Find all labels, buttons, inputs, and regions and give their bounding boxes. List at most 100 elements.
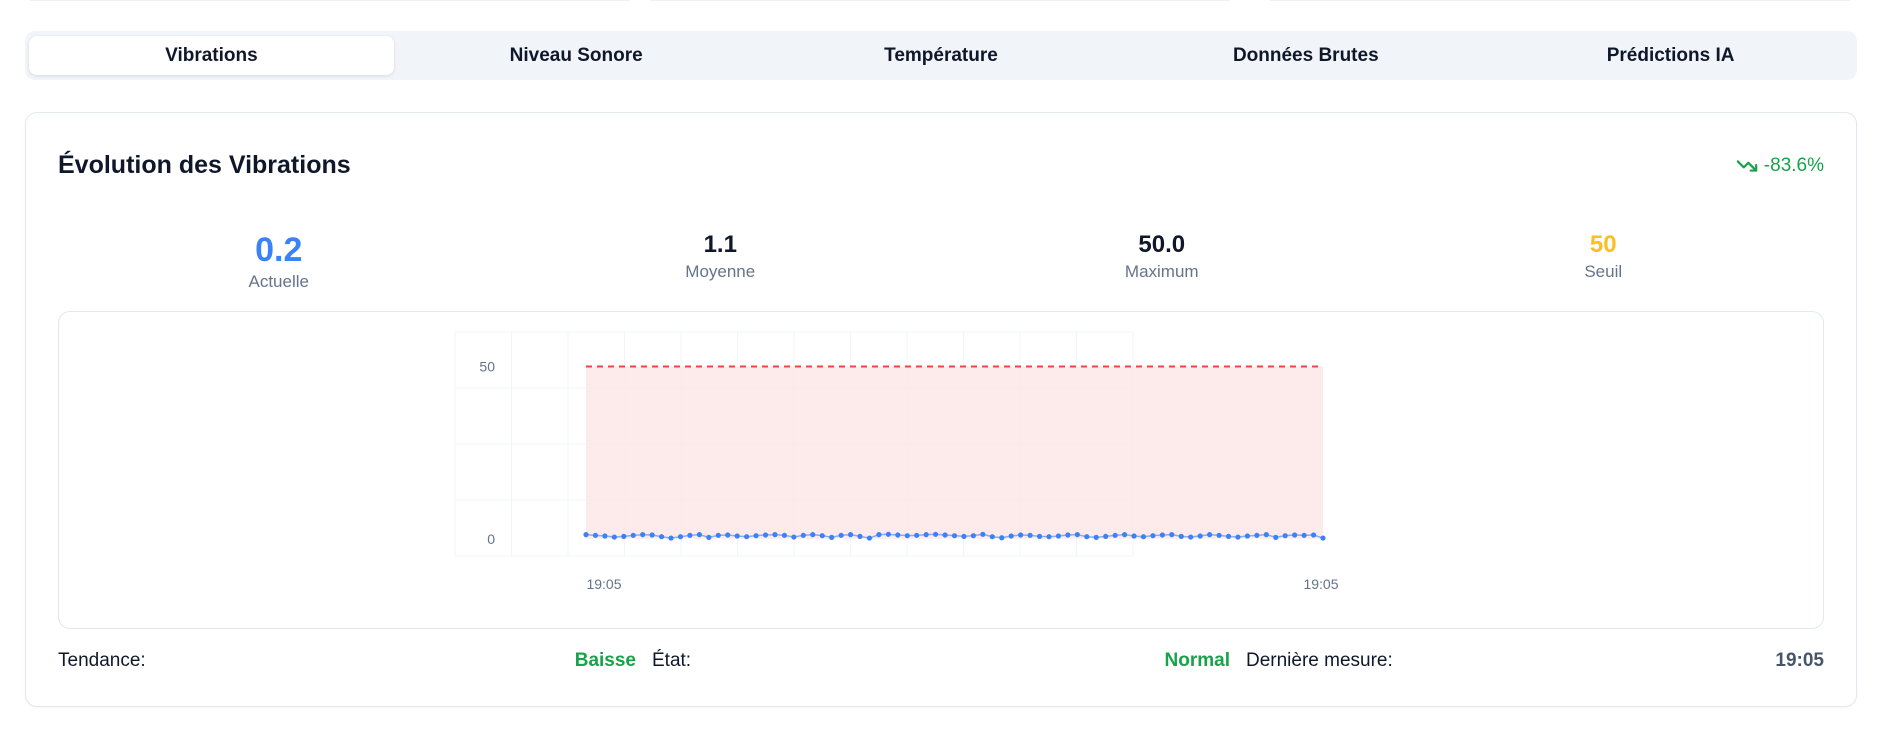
data-point — [791, 534, 797, 540]
data-point — [1065, 532, 1071, 538]
data-point — [753, 533, 759, 539]
data-point — [1292, 532, 1298, 538]
footer-row: Tendance: Baisse État: Normal Dernière m… — [58, 650, 1824, 672]
data-point — [1084, 534, 1090, 540]
footer-last-value: 19:05 — [1775, 650, 1824, 671]
tab-temperature[interactable]: Température — [759, 36, 1124, 75]
data-point — [1008, 533, 1014, 539]
data-point — [772, 532, 778, 538]
data-point — [810, 532, 816, 538]
stat-average-value: 1.1 — [703, 231, 737, 258]
x-tick-label: 19:05 — [1303, 576, 1338, 592]
footer-last-label: Dernière mesure: — [1246, 650, 1393, 671]
stat-threshold-label: Seuil — [1584, 262, 1623, 281]
footer-last-measure: Dernière mesure: 19:05 — [1246, 650, 1824, 672]
data-point — [829, 534, 835, 540]
tab-vibrations[interactable]: Vibrations — [29, 36, 394, 75]
footer-state-label: État: — [652, 650, 692, 671]
data-point — [592, 532, 599, 538]
previous-card-edge — [1270, 0, 1850, 1]
data-point — [1112, 532, 1118, 538]
data-point — [744, 534, 750, 540]
vibration-chart: 0 50 19:05 19:05 — [454, 331, 1339, 592]
vibrations-card: Évolution des Vibrations -83.6% 0.2 Actu… — [25, 112, 1857, 707]
data-point — [838, 532, 844, 538]
stat-average: 1.1 Moyenne — [500, 230, 942, 292]
data-point — [630, 532, 636, 538]
data-point — [895, 532, 901, 538]
data-point — [904, 533, 910, 539]
data-point — [696, 532, 702, 538]
data-point — [658, 534, 665, 540]
y-tick-label: 50 — [479, 358, 495, 374]
data-point — [668, 535, 674, 541]
data-point — [715, 532, 721, 538]
data-point — [677, 534, 684, 540]
data-point — [999, 535, 1005, 541]
data-point — [621, 533, 627, 539]
data-point — [933, 531, 939, 537]
data-point — [1197, 533, 1203, 539]
data-point — [687, 532, 693, 538]
data-point — [706, 534, 712, 540]
data-point — [914, 532, 920, 538]
data-point — [1055, 533, 1062, 539]
data-point — [649, 532, 655, 538]
stat-threshold-value: 50 — [1589, 231, 1617, 258]
threshold-area — [586, 366, 1323, 539]
data-point — [1244, 533, 1251, 539]
tab-donnees-brutes[interactable]: Données Brutes — [1123, 36, 1488, 75]
data-point — [819, 533, 825, 539]
data-point — [970, 533, 976, 539]
data-point — [1235, 534, 1241, 540]
x-tick-label: 19:05 — [586, 576, 621, 592]
data-point — [1254, 532, 1260, 538]
data-point — [1216, 532, 1222, 538]
data-point — [1263, 532, 1269, 538]
data-point — [1131, 533, 1137, 539]
data-point — [1301, 532, 1307, 538]
data-point — [1169, 532, 1175, 538]
data-point — [1103, 533, 1109, 539]
data-point — [923, 532, 929, 538]
footer-state-value: Normal — [1164, 650, 1230, 671]
data-point — [989, 534, 995, 540]
data-point — [1036, 533, 1043, 539]
data-point — [611, 534, 617, 540]
stats-row: 0.2 Actuelle 1.1 Moyenne 50.0 Maximum 50… — [58, 230, 1824, 292]
data-point — [725, 532, 731, 538]
data-point — [781, 532, 788, 538]
data-point — [640, 532, 646, 538]
data-point — [866, 535, 873, 541]
data-point — [1046, 534, 1052, 540]
stat-current-value: 0.2 — [255, 231, 303, 269]
data-point — [1225, 533, 1232, 539]
data-point — [762, 532, 769, 538]
tab-niveau-sonore[interactable]: Niveau Sonore — [394, 36, 759, 75]
tab-predictions-ia[interactable]: Prédictions IA — [1488, 36, 1853, 75]
data-point — [800, 532, 806, 538]
data-point — [1282, 533, 1288, 539]
footer-state: État: Normal — [652, 650, 1230, 672]
chart-container: 0 50 19:05 19:05 — [58, 311, 1824, 629]
data-point — [961, 533, 967, 539]
data-point — [847, 532, 854, 538]
trend-value: -83.6% — [1763, 155, 1824, 176]
data-point — [583, 532, 589, 538]
data-point — [1207, 532, 1213, 538]
stat-maximum-value: 50.0 — [1138, 231, 1186, 258]
stat-maximum: 50.0 Maximum — [941, 230, 1383, 292]
data-point — [876, 532, 882, 538]
trending-down-icon — [1736, 160, 1758, 172]
trend-badge: -83.6% — [1736, 155, 1824, 177]
card-title: Évolution des Vibrations — [58, 151, 351, 179]
tab-bar: Vibrations Niveau Sonore Température Don… — [25, 31, 1857, 80]
data-point — [1027, 532, 1033, 538]
data-point — [1273, 534, 1279, 540]
footer-trend-value: Baisse — [574, 650, 636, 671]
data-point — [1159, 532, 1165, 538]
data-point — [602, 533, 608, 539]
data-point — [1150, 533, 1156, 539]
data-point — [1140, 534, 1147, 540]
footer-trend-label: Tendance: — [58, 650, 146, 671]
